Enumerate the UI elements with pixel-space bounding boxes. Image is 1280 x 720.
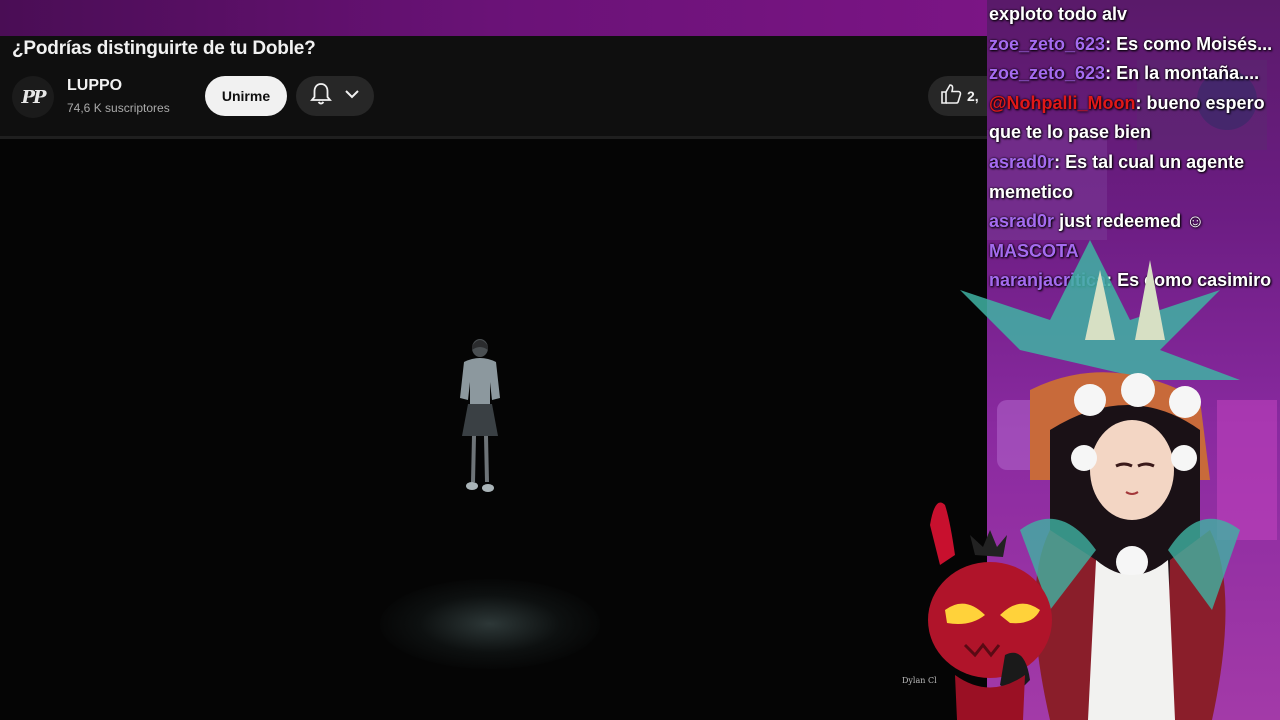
chat-message: zoe_zeto_623: Es como Moisés...: [989, 30, 1277, 60]
chat-message-text: Es como Moisés...: [1116, 33, 1273, 54]
chat-message: exploto todo alv: [989, 0, 1277, 30]
chat-separator: :: [1054, 151, 1066, 172]
chat-username[interactable]: @Nohpalli_Moon: [989, 93, 1136, 113]
thumbs-up-icon: [939, 82, 963, 111]
chat-message-text: En la montaña....: [1116, 63, 1260, 84]
chat-message: zoe_zeto_623: En la montaña....: [989, 59, 1277, 89]
channel-name[interactable]: LUPPO: [67, 77, 122, 95]
chat-username[interactable]: asrad0r: [989, 152, 1054, 172]
like-count: 2,: [967, 88, 979, 104]
chat-message-text: just redeemed ☺: [1059, 211, 1205, 232]
notifications-button[interactable]: [296, 76, 374, 116]
chat-message: asrad0r: Es tal cual un agente memetico: [989, 148, 1277, 207]
video-title: ¿Podrías distinguirte de tu Doble?: [12, 38, 316, 59]
chat-username[interactable]: zoe_zeto_623: [989, 34, 1105, 54]
chat-username[interactable]: zoe_zeto_623: [989, 63, 1105, 83]
chevron-down-icon: [344, 86, 360, 107]
stream-top-strip: [0, 0, 987, 36]
channel-avatar-text: PP: [21, 86, 46, 108]
chat-message: @Nohpalli_Moon: bueno espero que te lo p…: [989, 89, 1277, 148]
chat-separator: :: [1105, 33, 1117, 54]
chat-message-text: exploto todo alv: [989, 4, 1128, 24]
video-figure-person: [460, 339, 500, 492]
bell-icon: [310, 82, 332, 111]
spotlight-floor: [380, 579, 600, 669]
join-button[interactable]: Unirme: [205, 76, 287, 116]
subscriber-count: 74,6 K suscriptores: [67, 101, 170, 115]
chat-separator: :: [1105, 63, 1117, 84]
chat-username[interactable]: asrad0r: [989, 211, 1054, 231]
mascot-creature: [928, 502, 1052, 720]
youtube-video-header: ¿Podrías distinguirte de tu Doble? PP LU…: [0, 36, 998, 139]
chat-separator: :: [1135, 92, 1147, 113]
channel-avatar[interactable]: PP: [12, 76, 54, 118]
